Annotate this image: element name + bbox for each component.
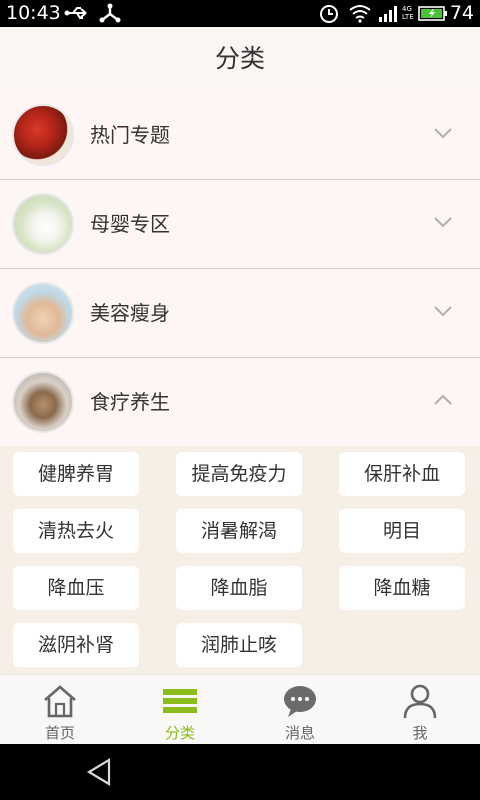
wifi-icon [349, 5, 371, 23]
debug-icon [99, 3, 121, 23]
diet-therapy-thumb [12, 371, 74, 433]
category-label: 食疗养生 [90, 390, 170, 414]
tag-button[interactable]: 降血脂 [176, 566, 302, 610]
nav-category[interactable]: 分类 [120, 675, 240, 745]
tag-button[interactable]: 消暑解渴 [176, 509, 302, 553]
chevron-down-icon [434, 217, 452, 228]
chevron-down-icon [434, 128, 452, 139]
back-triangle-icon[interactable] [86, 758, 112, 786]
tag-button[interactable]: 健脾养胃 [13, 452, 139, 496]
nav-label: 消息 [284, 724, 315, 742]
bottom-nav: 首页 分类 消息 我 [0, 674, 480, 744]
menu-icon [163, 689, 197, 713]
mother-baby-thumb [12, 193, 74, 255]
tag-button[interactable]: 明目 [339, 509, 465, 553]
tag-button[interactable]: 清热去火 [13, 509, 139, 553]
category-list: 热门专题 母婴专区 美容瘦身 食疗养生 [0, 91, 480, 447]
signal-icon [379, 6, 397, 22]
nav-label: 我 [412, 724, 428, 742]
tag-button[interactable]: 提高免疫力 [176, 452, 302, 496]
home-icon [44, 685, 76, 718]
page-title: 分类 [214, 44, 265, 73]
chevron-up-icon [434, 394, 452, 405]
category-label: 母婴专区 [90, 212, 170, 236]
subcategory-tags: 健脾养胃 提高免疫力 保肝补血 清热去火 消暑解渴 明目 降血压 降血脂 降血糖… [0, 446, 480, 674]
nav-home[interactable]: 首页 [0, 675, 120, 745]
tag-button[interactable]: 降血压 [13, 566, 139, 610]
category-row-mother-baby[interactable]: 母婴专区 [0, 180, 480, 269]
tag-button[interactable]: 润肺止咳 [176, 623, 302, 667]
category-row-hot-topics[interactable]: 热门专题 [0, 91, 480, 180]
alarm-icon [320, 5, 338, 23]
nav-messages[interactable]: 消息 [240, 675, 360, 745]
category-label: 美容瘦身 [90, 301, 170, 325]
tag-button[interactable]: 滋阴补肾 [13, 623, 139, 667]
tag-button[interactable]: 保肝补血 [339, 452, 465, 496]
nav-profile[interactable]: 我 [360, 675, 480, 745]
profile-icon [403, 684, 437, 719]
category-row-diet-therapy[interactable]: 食疗养生 [0, 358, 480, 447]
status-bar: 10:43 4G LTE 74 [0, 0, 480, 27]
beauty-slimming-thumb [12, 282, 74, 344]
battery-percent: 74 [449, 2, 474, 24]
usb-icon [64, 7, 87, 19]
hot-topic-thumb [12, 104, 74, 166]
title-bar: 分类 [0, 27, 480, 91]
battery-charging-icon [418, 6, 447, 21]
status-time: 10:43 [6, 2, 61, 24]
network-type-label: 4G LTE [402, 5, 414, 21]
message-icon [284, 686, 316, 717]
nav-label: 首页 [44, 724, 75, 742]
category-label: 热门专题 [90, 123, 170, 147]
chevron-down-icon [434, 306, 452, 317]
system-nav-bar [0, 744, 480, 800]
category-row-beauty-slimming[interactable]: 美容瘦身 [0, 269, 480, 358]
tag-button[interactable]: 降血糖 [339, 566, 465, 610]
nav-label: 分类 [164, 724, 195, 742]
